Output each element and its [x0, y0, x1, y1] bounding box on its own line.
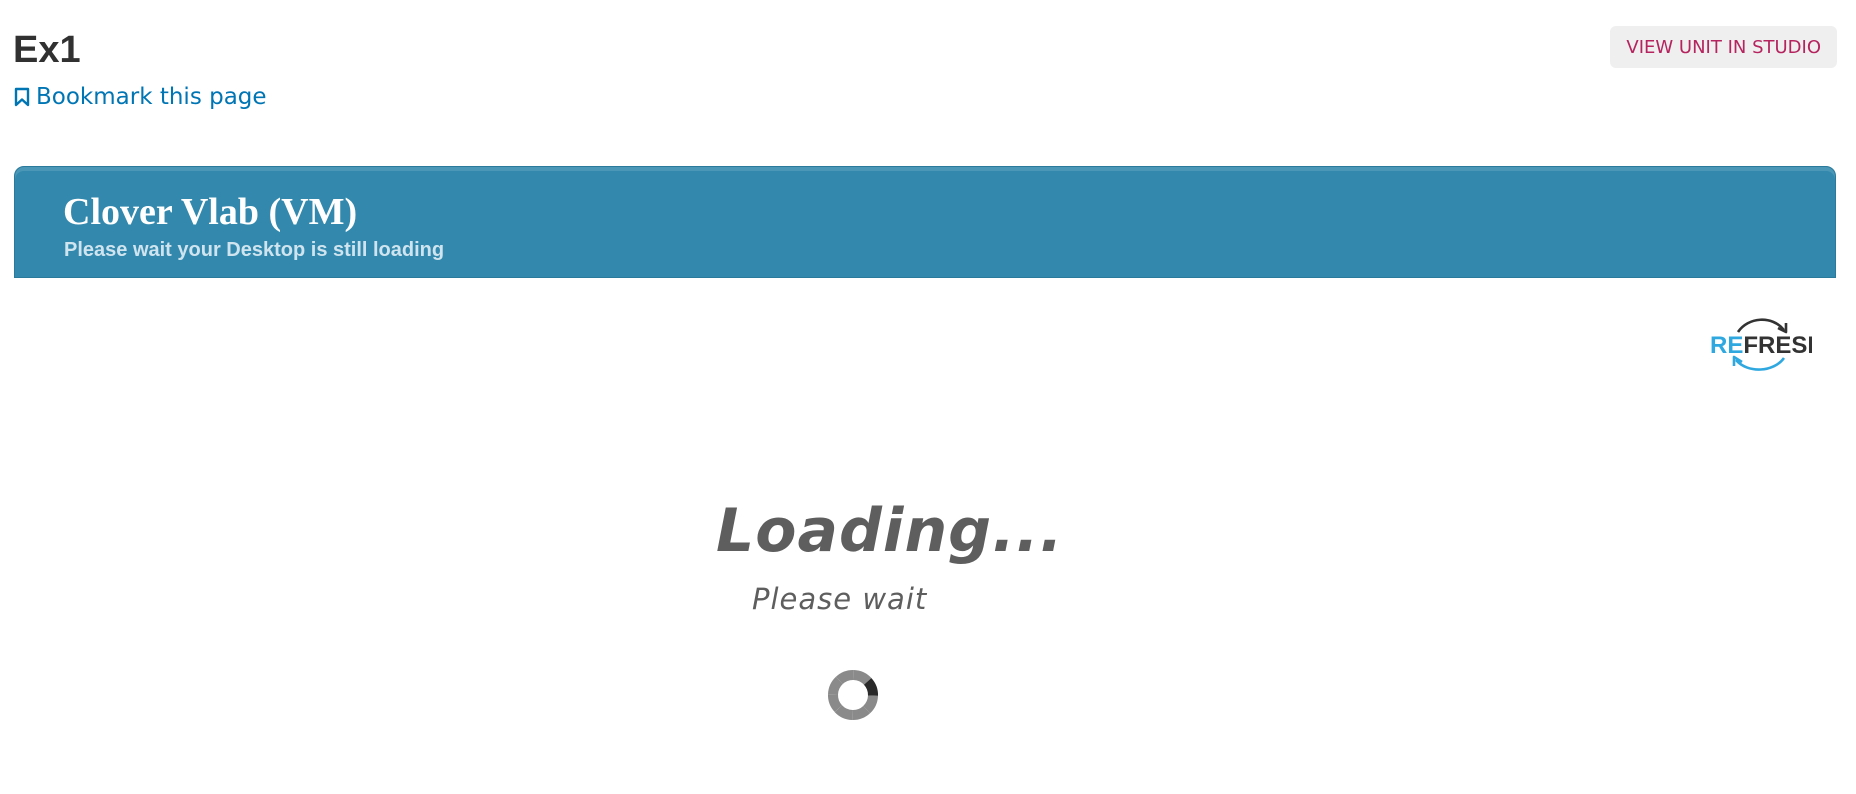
refresh-label-part2: FRESH [1743, 332, 1812, 359]
refresh-icon: REFRESH [1710, 318, 1825, 371]
spinner-icon [827, 669, 879, 721]
bookmark-icon [14, 87, 30, 107]
vlab-banner: Clover Vlab (VM) Please wait your Deskto… [14, 166, 1836, 278]
loading-heading: Loading... [716, 496, 1064, 566]
loading-message: Please wait [752, 582, 928, 616]
vlab-title: Clover Vlab (VM) [63, 191, 358, 233]
bookmark-link[interactable]: Bookmark this page [14, 84, 267, 110]
view-unit-in-studio-button[interactable]: VIEW UNIT IN STUDIO [1610, 26, 1837, 68]
unit-title: Ex1 [13, 29, 81, 71]
page: Ex1 Bookmark this page VIEW UNIT IN STUD… [0, 0, 1856, 794]
vlab-subtitle: Please wait your Desktop is still loadin… [64, 239, 445, 261]
bookmark-label: Bookmark this page [36, 84, 267, 110]
refresh-label-part1: RE [1710, 332, 1743, 359]
svg-text:REFRESH: REFRESH [1710, 332, 1812, 359]
refresh-button[interactable]: REFRESH [1708, 312, 1825, 376]
